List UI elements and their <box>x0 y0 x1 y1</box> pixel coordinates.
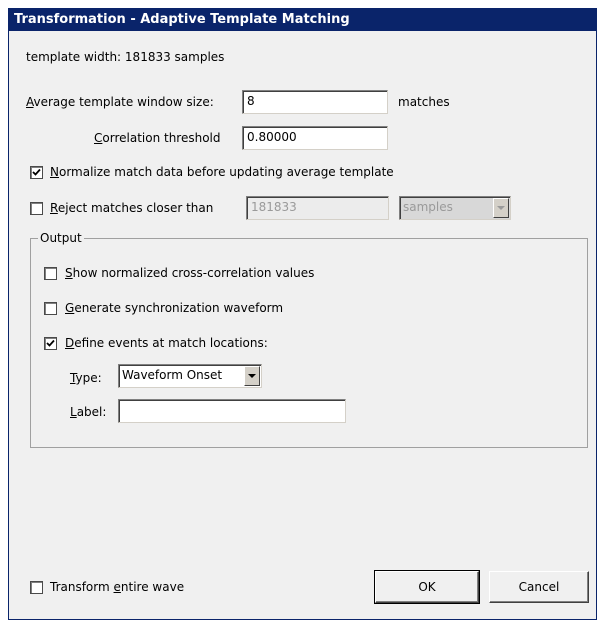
avg-window-label-rest: verage template window size: <box>33 95 214 109</box>
avg-window-unit: matches <box>398 95 450 109</box>
checkmark-icon <box>32 168 41 176</box>
chevron-down-icon <box>248 374 256 378</box>
sync-wave-label-rest: enerate synchronization waveform <box>74 301 284 315</box>
reject-checkbox[interactable] <box>30 202 43 215</box>
define-events-label: Define events at match locations: <box>65 335 268 351</box>
normalize-label: Normalize match data before updating ave… <box>50 164 394 180</box>
show-ncc-label-rest: how normalized cross-correlation values <box>72 266 315 280</box>
avg-window-accel: A <box>26 95 34 109</box>
template-width-text: template width: 181833 samples <box>26 50 225 64</box>
show-ncc-accel: S <box>65 266 73 280</box>
reject-accel: R <box>50 201 58 215</box>
cancel-button[interactable]: Cancel <box>489 571 589 603</box>
event-type-value: Waveform Onset <box>122 368 223 382</box>
event-label-input[interactable] <box>118 399 346 423</box>
sync-wave-accel: G <box>65 301 75 315</box>
window-title: Transformation - Adaptive Template Match… <box>9 9 596 31</box>
transform-entire-label: Transform entire wave <box>50 579 184 595</box>
reject-unit-value: samples <box>403 200 453 214</box>
avg-window-input[interactable]: 8 <box>242 90 388 114</box>
correlation-input[interactable]: 0.80000 <box>242 126 388 150</box>
normalize-checkbox[interactable] <box>30 166 43 179</box>
transform-entire-accel: e <box>113 580 121 594</box>
correlation-label-rest: orrelation threshold <box>102 131 221 145</box>
event-type-select[interactable]: Waveform Onset <box>118 364 262 388</box>
ok-button[interactable]: OK <box>374 570 480 604</box>
type-label-rest: ype: <box>75 371 102 385</box>
label-label: Label: <box>70 404 106 420</box>
checkmark-icon <box>46 339 55 347</box>
sync-wave-label: Generate synchronization waveform <box>65 300 283 316</box>
sync-wave-checkbox[interactable] <box>44 302 57 315</box>
transform-entire-prefix: Transform <box>50 580 114 594</box>
reject-label-rest: eject matches closer than <box>57 201 214 215</box>
dialog-window: Transformation - Adaptive Template Match… <box>8 8 597 620</box>
correlation-label: Correlation threshold <box>94 130 221 146</box>
event-type-dropdown-button[interactable] <box>244 366 260 386</box>
label-accel: L <box>70 405 77 419</box>
define-events-accel: D <box>65 336 75 350</box>
reject-unit-dropdown-button[interactable] <box>493 198 509 218</box>
normalize-label-rest: ormalize match data before updating aver… <box>58 165 394 179</box>
type-label: Type: <box>70 370 102 386</box>
chevron-down-icon <box>497 206 505 210</box>
reject-label: Reject matches closer than <box>50 200 213 216</box>
reject-unit-select[interactable]: samples <box>399 196 511 220</box>
avg-window-label: Average template window size: <box>26 94 214 110</box>
transform-entire-checkbox[interactable] <box>30 581 43 594</box>
show-ncc-checkbox[interactable] <box>44 267 57 280</box>
reject-input[interactable]: 181833 <box>246 196 389 220</box>
transform-entire-label-rest: ntire wave <box>120 580 185 594</box>
output-group-title: Output <box>38 231 84 245</box>
label-label-rest: abel: <box>76 405 107 419</box>
define-events-checkbox[interactable] <box>44 337 57 350</box>
show-ncc-label: Show normalized cross-correlation values <box>65 265 314 281</box>
normalize-accel: N <box>50 165 59 179</box>
define-events-label-rest: efine events at match locations: <box>74 336 268 350</box>
